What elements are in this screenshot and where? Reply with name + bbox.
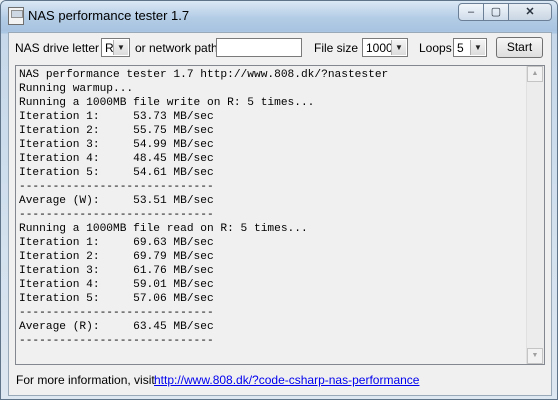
output-line: ----------------------------- (19, 335, 214, 347)
output-line: ----------------------------- (19, 209, 214, 221)
maximize-button[interactable]: ▢ (483, 3, 509, 21)
results-textarea[interactable]: NAS performance tester 1.7 http://www.80… (15, 65, 545, 365)
output-line: Iteration 4: 48.45 MB/sec (19, 153, 214, 165)
output-line: Iteration 3: 61.76 MB/sec (19, 265, 214, 277)
drive-letter-label: NAS drive letter (15, 41, 100, 55)
app-window: NAS performance tester 1.7 – ▢ ✕ NAS dri… (0, 0, 558, 400)
loops-select[interactable]: 5 ▼ (453, 38, 487, 57)
output-line: Iteration 5: 54.61 MB/sec (19, 167, 214, 179)
file-size-label: File size (314, 41, 359, 55)
output-line: Iteration 3: 54.99 MB/sec (19, 139, 214, 151)
file-size-value: 1000 (366, 41, 393, 55)
app-icon[interactable] (8, 7, 24, 25)
client-area: NAS drive letter R ▼ or network path Fil… (8, 32, 552, 396)
output-line: Iteration 5: 57.06 MB/sec (19, 293, 214, 305)
output-line: NAS performance tester 1.7 http://www.80… (19, 69, 389, 81)
network-path-input[interactable] (216, 38, 302, 57)
loops-label: Loops (419, 41, 452, 55)
network-path-label: or network path (135, 41, 218, 55)
output-line: Running warmup... (19, 83, 134, 95)
output-line: Iteration 2: 69.79 MB/sec (19, 251, 214, 263)
output-line: Iteration 4: 59.01 MB/sec (19, 279, 214, 291)
output-line: Running a 1000MB file read on R: 5 times… (19, 223, 308, 235)
output-line: Average (W): 53.51 MB/sec (19, 195, 214, 207)
window-title: NAS performance tester 1.7 (28, 8, 190, 23)
results-text: NAS performance tester 1.7 http://www.80… (19, 68, 526, 348)
chevron-down-icon[interactable]: ▼ (113, 40, 128, 55)
chevron-down-icon[interactable]: ▼ (391, 40, 406, 55)
output-line: ----------------------------- (19, 307, 214, 319)
vertical-scrollbar[interactable]: ▲ ▼ (526, 66, 544, 364)
start-button[interactable]: Start (496, 37, 543, 58)
output-line: Iteration 1: 69.63 MB/sec (19, 237, 214, 249)
output-line: Average (R): 63.45 MB/sec (19, 321, 214, 333)
output-line: ----------------------------- (19, 181, 214, 193)
scroll-up-icon[interactable]: ▲ (527, 66, 543, 82)
close-button[interactable]: ✕ (508, 3, 552, 21)
output-line: Running a 1000MB file write on R: 5 time… (19, 97, 315, 109)
footer-link[interactable]: http://www.808.dk/?code-csharp-nas-perfo… (154, 373, 419, 387)
title-bar[interactable]: NAS performance tester 1.7 – ▢ ✕ (1, 1, 557, 31)
window-controls: – ▢ ✕ (458, 3, 552, 23)
chevron-down-icon[interactable]: ▼ (470, 40, 485, 55)
drive-letter-select[interactable]: R ▼ (101, 38, 130, 57)
footer-info-text: For more information, visit (16, 373, 155, 387)
file-size-select[interactable]: 1000 ▼ (362, 38, 408, 57)
minimize-button[interactable]: – (458, 3, 484, 21)
output-line: Iteration 1: 53.73 MB/sec (19, 111, 214, 123)
scroll-down-icon[interactable]: ▼ (527, 348, 543, 364)
loops-value: 5 (457, 41, 464, 55)
output-line: Iteration 2: 55.75 MB/sec (19, 125, 214, 137)
